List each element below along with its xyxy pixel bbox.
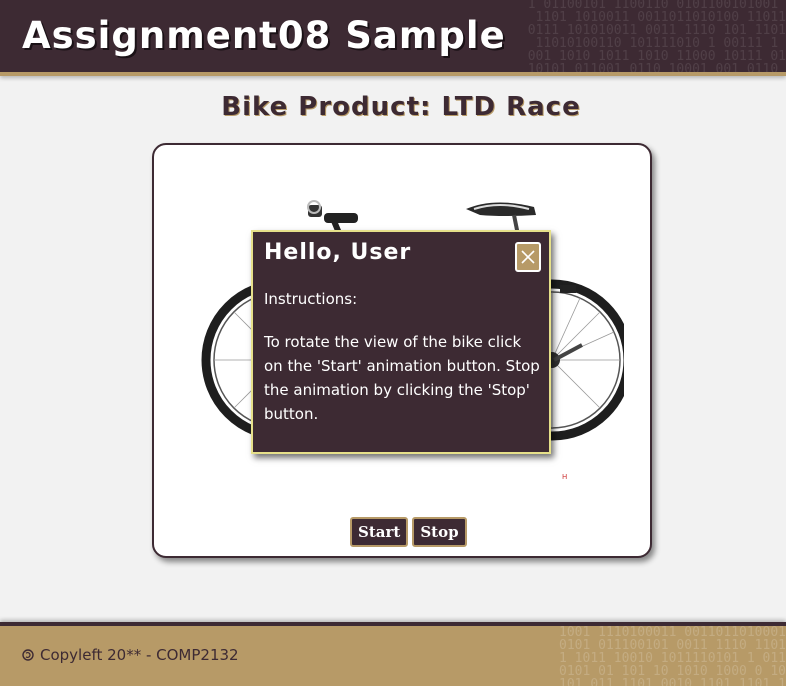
site-footer: 1001 1110100011 0011011010001 0101 01110… <box>0 622 786 686</box>
stop-button[interactable]: Stop <box>412 517 467 547</box>
site-title: Assignment08 Sample <box>22 14 506 57</box>
start-button[interactable]: Start <box>350 517 409 547</box>
page-title: Bike Product: LTD Race <box>221 92 581 122</box>
footer-binary-pattern: 1001 1110100011 0011011010001 0101 01110… <box>559 625 786 686</box>
animation-controls: Start Stop <box>350 517 467 547</box>
instructions-text: To rotate the view of the bike click on … <box>264 333 540 423</box>
footer-text: Copyleft 20** - COMP2132 <box>40 646 239 664</box>
dialog-title: Hello, User <box>264 240 412 265</box>
header-binary-pattern: 1 01100101 1100110 0101100101001 1101 10… <box>527 0 786 76</box>
instructions-dialog: Hello, User Instructions: To rotate the … <box>251 230 551 454</box>
copyleft-icon <box>22 649 34 661</box>
svg-text:H: H <box>562 473 567 481</box>
close-button[interactable] <box>515 242 541 272</box>
site-header: 1 01100101 1100110 0101100101001 1101 10… <box>0 0 786 76</box>
instructions-label: Instructions: <box>264 290 358 308</box>
close-icon <box>521 250 535 264</box>
footer-copyright: Copyleft 20** - COMP2132 <box>22 646 239 664</box>
